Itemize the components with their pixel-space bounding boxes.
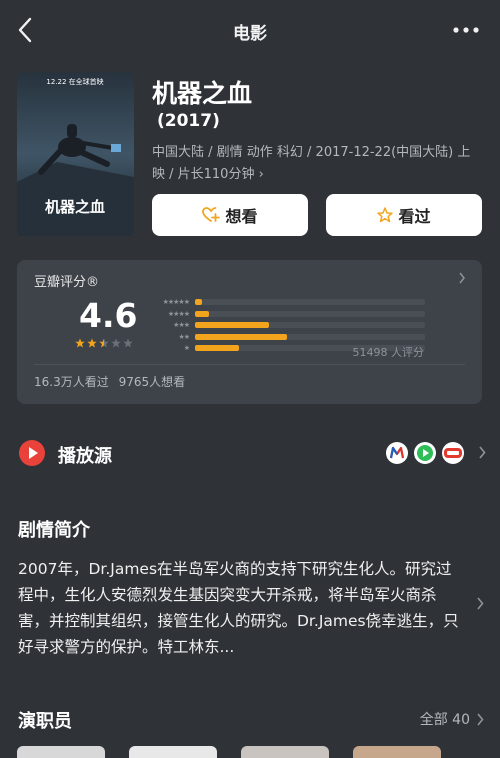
rating-card[interactable]: 豆瓣评分® 4.6 ★★★★★ ★★★★ ★★★ ★★ ★ 51498 人评分 16.3… (17, 260, 482, 404)
cast-member-card[interactable] (353, 746, 441, 758)
distribution-stars-label: ★★★★ (167, 309, 190, 318)
play-sources-row[interactable]: 播放源 (0, 430, 500, 476)
rating-label: 豆瓣评分® (34, 275, 100, 290)
distribution-track (195, 322, 425, 328)
distribution-fill (195, 310, 209, 317)
chevron-right-icon[interactable] (476, 597, 484, 610)
synopsis-text[interactable]: 2007年，Dr.James在半岛军火商的支持下研究生化人。研究过程中，生化人安… (18, 556, 464, 660)
heart-plus-icon (202, 207, 221, 222)
synopsis-title: 剧情简介 (18, 520, 90, 541)
rating-star-icon (123, 338, 133, 348)
watched-button[interactable]: 看过 (326, 194, 482, 236)
distribution-fill (195, 322, 269, 328)
cast-member-card[interactable] (241, 746, 329, 758)
rating-score: 4.6 (79, 296, 138, 335)
rating-star-icon (87, 338, 97, 348)
divider (34, 364, 465, 365)
want-to-watch-button[interactable]: 想看 (152, 194, 308, 236)
poster-date: 12.22 在全球首映 (46, 77, 103, 86)
chevron-right-icon (459, 272, 465, 284)
mango-tv-icon[interactable] (386, 442, 408, 464)
distribution-track (195, 333, 425, 340)
distribution-track (195, 310, 425, 317)
cast-member-card[interactable] (17, 746, 105, 758)
distribution-stars-label: ★★ (178, 332, 190, 341)
rating-count: 51498 人评分 (352, 346, 425, 359)
chevron-right-icon (477, 712, 484, 726)
cast-all-label: 全部 40 (419, 712, 470, 728)
top-bar: 电影 (0, 0, 500, 62)
want-label: 想看 (225, 207, 258, 226)
movie-title: 机器之血 (152, 79, 253, 108)
cast-title: 演职员 (18, 711, 72, 732)
rating-distribution-row: ★★ (147, 332, 427, 342)
wish-count: 9765人想看 (118, 375, 186, 389)
distribution-stars-label: ★ (183, 344, 190, 352)
rating-star-icon (99, 338, 109, 348)
star-outline-icon (377, 207, 394, 223)
watched-count: 16.3万人看过 (34, 375, 109, 389)
rating-stats: 16.3万人看过 9765人想看 (34, 373, 185, 390)
cast-all-link[interactable]: 全部 40 (420, 709, 484, 729)
chevron-right-icon (479, 446, 486, 459)
distribution-fill (195, 345, 239, 351)
seen-label: 看过 (398, 207, 431, 226)
cast-member-card[interactable] (129, 746, 217, 758)
movie-info[interactable]: 中国大陆 / 剧情 动作 科幻 / 2017-12-22(中国大陆) 上映 / … (152, 142, 474, 186)
iqiyi-icon[interactable] (414, 442, 436, 464)
play-icon (19, 440, 45, 466)
rating-star-icon (75, 338, 85, 348)
distribution-fill (195, 299, 202, 305)
cast-strip (17, 746, 441, 758)
play-sources-label: 播放源 (58, 446, 112, 467)
rating-distribution-row: ★★★★★ (147, 297, 427, 307)
distribution-fill (195, 333, 287, 340)
distribution-stars-label: ★★★★★ (162, 298, 190, 306)
rating-stars (75, 338, 133, 348)
movie-year: (2017) (157, 111, 220, 131)
more-options-icon[interactable] (452, 26, 480, 34)
movie-poster[interactable]: 12.22 在全球首映 机器之血 (17, 72, 134, 236)
rating-star-icon (111, 338, 121, 348)
youku-icon[interactable] (442, 442, 464, 464)
distribution-track (195, 299, 425, 305)
rating-distribution-row: ★★★★ (147, 309, 427, 319)
rating-distribution-row: ★★★ (147, 320, 427, 330)
page-title: 电影 (233, 24, 267, 44)
distribution-stars-label: ★★★ (173, 321, 190, 329)
poster-title: 机器之血 (45, 198, 105, 216)
